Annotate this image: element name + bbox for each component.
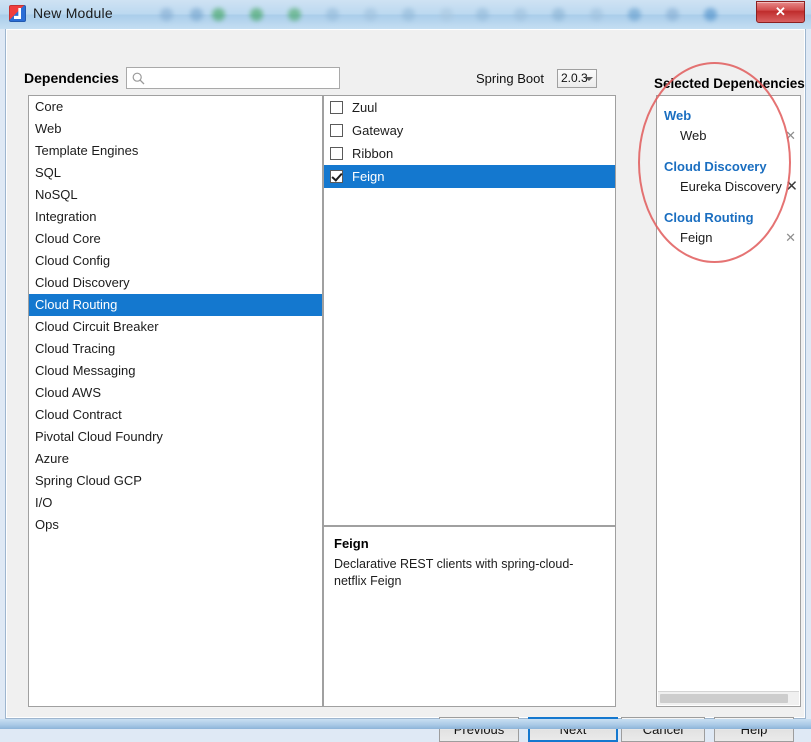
checkbox-icon[interactable] — [330, 170, 343, 183]
intellij-idea-icon — [9, 5, 26, 22]
category-item[interactable]: Cloud AWS — [29, 382, 322, 404]
dependencies-list[interactable]: Zuul Gateway Ribbon Feign — [323, 95, 616, 526]
new-module-dialog-window: New Module ✕ Dependencies Spring Boot 2.… — [0, 0, 811, 742]
close-icon[interactable]: ✕ — [756, 1, 805, 23]
spring-boot-version-value: 2.0.3 — [561, 71, 588, 85]
dependency-row[interactable]: Zuul — [324, 96, 615, 119]
dependency-row[interactable]: Ribbon — [324, 142, 615, 165]
category-item[interactable]: Cloud Core — [29, 228, 322, 250]
category-item[interactable]: I/O — [29, 492, 322, 514]
description-title: Feign — [334, 536, 369, 551]
category-item[interactable]: Template Engines — [29, 140, 322, 162]
categories-list[interactable]: Core Web Template Engines SQL NoSQL Integrati… — [28, 95, 323, 707]
selected-dependency-label: Feign — [680, 230, 713, 245]
dependency-row[interactable]: Gateway — [324, 119, 615, 142]
description-text: Declarative REST clients with spring-clo… — [334, 557, 574, 588]
category-item[interactable]: Cloud Circuit Breaker — [29, 316, 322, 338]
category-item[interactable]: NoSQL — [29, 184, 322, 206]
dependencies-label: Dependencies — [24, 70, 119, 86]
selected-dependency-item[interactable]: Web ✕ — [657, 125, 800, 147]
category-item[interactable]: Web — [29, 118, 322, 140]
dependency-label: Gateway — [352, 123, 404, 138]
category-item[interactable]: Cloud Messaging — [29, 360, 322, 382]
chevron-down-icon — [585, 77, 593, 81]
category-item[interactable]: Spring Cloud GCP — [29, 470, 322, 492]
category-item[interactable]: Cloud Contract — [29, 404, 322, 426]
category-item[interactable]: Cloud Routing — [29, 294, 322, 316]
background-ide-toolbar-blur — [150, 3, 750, 27]
dependency-row[interactable]: Feign — [324, 165, 615, 188]
category-item[interactable]: Integration — [29, 206, 322, 228]
selected-dependency-label: Web — [680, 128, 707, 143]
category-item[interactable]: Cloud Discovery — [29, 272, 322, 294]
category-item[interactable]: Cloud Config — [29, 250, 322, 272]
checkbox-icon[interactable] — [330, 101, 343, 114]
selected-group-header: Cloud Discovery — [664, 159, 767, 174]
selected-group-header: Cloud Routing — [664, 210, 754, 225]
window-bottom-border — [0, 719, 811, 729]
remove-dependency-icon[interactable]: ✕ — [785, 227, 796, 249]
dependency-label: Ribbon — [352, 146, 394, 161]
selected-dependency-label: Eureka Discovery — [680, 179, 782, 194]
title-bar: New Module ✕ — [0, 0, 811, 29]
category-item[interactable]: Cloud Tracing — [29, 338, 322, 360]
search-box[interactable] — [126, 67, 340, 89]
category-item[interactable]: Pivotal Cloud Foundry — [29, 426, 322, 448]
search-input[interactable] — [150, 70, 337, 89]
scrollbar-thumb[interactable] — [660, 694, 788, 703]
spring-boot-version-select[interactable]: 2.0.3 — [557, 69, 597, 88]
selected-dependencies-title: Selected Dependencies — [654, 76, 805, 91]
category-item[interactable]: Core — [29, 96, 322, 118]
remove-dependency-icon[interactable]: ✕ — [785, 125, 796, 147]
category-item[interactable]: SQL — [29, 162, 322, 184]
selected-group-header: Web — [664, 108, 692, 123]
dependency-label: Feign — [352, 169, 385, 184]
selected-dependency-item[interactable]: Feign ✕ — [657, 227, 800, 249]
selected-dependency-item[interactable]: Eureka Discovery ✕ — [657, 176, 800, 198]
remove-dependency-icon[interactable]: ✕ — [785, 176, 798, 198]
selected-horizontal-scrollbar[interactable] — [658, 691, 799, 705]
dialog-body: Dependencies Spring Boot 2.0.3 Selected … — [5, 29, 806, 742]
category-item[interactable]: Ops — [29, 514, 322, 536]
checkbox-icon[interactable] — [330, 124, 343, 137]
checkbox-icon[interactable] — [330, 147, 343, 160]
dependency-label: Zuul — [352, 100, 378, 115]
window-title: New Module — [33, 5, 113, 21]
spring-boot-label: Spring Boot — [476, 71, 544, 86]
search-icon — [132, 72, 145, 85]
selected-dependencies-panel[interactable]: Web Web ✕ Cloud Discovery Eureka Discovery ✕ C… — [656, 95, 801, 707]
category-item[interactable]: Azure — [29, 448, 322, 470]
selected-dependencies-scroll-area: Web Web ✕ Cloud Discovery Eureka Discovery ✕ C… — [657, 96, 800, 691]
description-panel: Feign Declarative REST clients with spri… — [323, 526, 616, 707]
